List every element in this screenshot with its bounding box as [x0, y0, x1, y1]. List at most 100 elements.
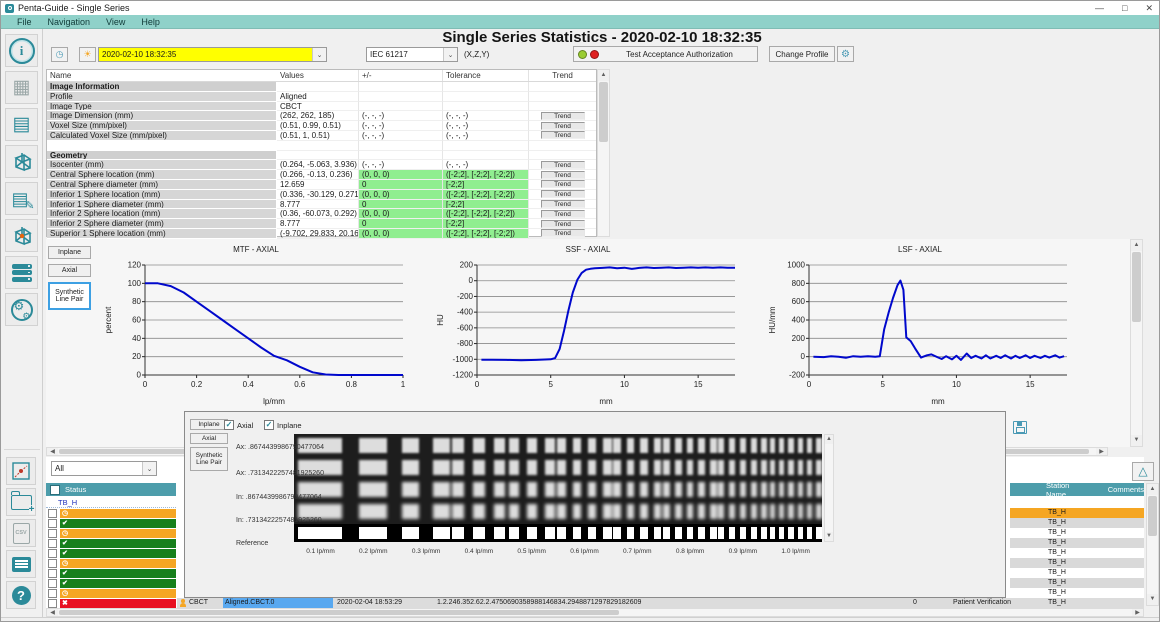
- column-header-name[interactable]: Name: [47, 70, 277, 81]
- status-row[interactable]: ✔: [46, 518, 176, 528]
- scroll-down-icon[interactable]: ▼: [825, 532, 833, 541]
- status-column-header[interactable]: Status: [46, 483, 176, 496]
- stats-row[interactable]: Isocenter (mm)(0.264, -5.063, 3.936)(-, …: [47, 160, 596, 170]
- sidebar-settings-gears-button[interactable]: ⚙⚙: [5, 293, 38, 326]
- axial-checkbox[interactable]: ✓ Axial: [224, 420, 253, 430]
- sidebar-info-button[interactable]: i: [5, 34, 38, 67]
- right-columns-header[interactable]: Station Name Comments: [1010, 483, 1144, 496]
- sidebar-cube-target-button[interactable]: [5, 219, 38, 252]
- scrollbar-thumb[interactable]: [59, 610, 619, 615]
- row-checkbox[interactable]: [48, 559, 57, 568]
- expand-panel-button[interactable]: △: [1132, 462, 1154, 481]
- maximize-button[interactable]: □: [1122, 3, 1127, 13]
- status-row[interactable]: ✔: [46, 538, 176, 548]
- station-name-header[interactable]: Station Name: [1014, 481, 1089, 499]
- row-checkbox[interactable]: [48, 509, 57, 518]
- scrollbar-thumb[interactable]: [1132, 252, 1141, 322]
- refresh-button[interactable]: ☀: [79, 47, 96, 62]
- row-checkbox[interactable]: [48, 539, 57, 548]
- scroll-right-icon[interactable]: ▶: [1096, 448, 1107, 455]
- sidebar-help-button[interactable]: ?: [6, 581, 36, 609]
- series-vertical-scrollbar[interactable]: ▲ ▼: [1146, 483, 1159, 606]
- scrollbar-thumb[interactable]: [599, 82, 608, 142]
- series-filter-select[interactable]: All ⌄: [51, 461, 157, 476]
- column-header-values[interactable]: Values: [277, 70, 359, 81]
- station-row[interactable]: TB_H: [1010, 508, 1144, 518]
- profile-settings-button[interactable]: ⚙: [837, 46, 854, 62]
- row-checkbox[interactable]: [48, 519, 57, 528]
- view-axial-button[interactable]: Axial: [48, 264, 91, 277]
- close-button[interactable]: ✕: [1145, 3, 1153, 14]
- stats-row[interactable]: Image TypeCBCT: [47, 102, 596, 112]
- sidebar-report-button[interactable]: ▤: [5, 108, 38, 141]
- trend-button[interactable]: Trend: [541, 122, 585, 130]
- trend-button[interactable]: Trend: [541, 112, 585, 120]
- status-row[interactable]: ✔: [46, 568, 176, 578]
- standard-select[interactable]: IEC 61217 ⌄: [366, 47, 458, 62]
- scroll-down-icon[interactable]: ▼: [1131, 435, 1142, 446]
- menu-help[interactable]: Help: [141, 17, 160, 27]
- selected-series-row[interactable]: CBCT Aligned.CBCT.0 2020-02-04 18:53:29 …: [177, 598, 1144, 608]
- trend-button[interactable]: Trend: [541, 220, 585, 228]
- stats-row[interactable]: Image Information: [47, 82, 596, 92]
- sidebar-database-button[interactable]: [5, 256, 38, 289]
- stats-row[interactable]: Voxel Size (mm/pixel)(0.51, 0.99, 0.51)(…: [47, 121, 596, 131]
- trend-button[interactable]: Trend: [541, 229, 585, 237]
- row-checkbox[interactable]: [48, 549, 57, 558]
- sidebar-scatter-plot-button[interactable]: [6, 457, 36, 485]
- select-all-checkbox[interactable]: [50, 485, 60, 495]
- view-inplane-button[interactable]: Inplane: [48, 246, 91, 259]
- scrollbar-thumb[interactable]: [1148, 496, 1157, 536]
- view-inplane-button[interactable]: Inplane: [190, 419, 228, 430]
- station-row[interactable]: TB_H: [1010, 528, 1144, 538]
- charts-vertical-scrollbar[interactable]: ▲ ▼: [1130, 239, 1143, 447]
- menu-navigation[interactable]: Navigation: [48, 17, 91, 27]
- stats-row[interactable]: Superior 1 Sphere location (mm)(-9.702, …: [47, 229, 596, 239]
- row-checkbox[interactable]: [48, 599, 57, 608]
- stats-row[interactable]: Geometry: [47, 151, 596, 161]
- series-horizontal-scrollbar[interactable]: ◀ ▶: [46, 608, 1144, 617]
- station-row[interactable]: TB_H: [1010, 588, 1144, 598]
- sidebar-add-folder-button[interactable]: [6, 488, 36, 516]
- sidebar-cube-3d-button[interactable]: [5, 145, 38, 178]
- trend-button[interactable]: Trend: [541, 180, 585, 188]
- status-row[interactable]: ◷: [46, 508, 176, 518]
- save-icon[interactable]: [1013, 421, 1027, 434]
- station-row[interactable]: TB_H: [1010, 548, 1144, 558]
- station-row[interactable]: TB_H: [1010, 578, 1144, 588]
- stats-row[interactable]: Inferior 1 Sphere location (mm)(0.336, -…: [47, 190, 596, 200]
- status-row[interactable]: ◷: [46, 588, 176, 598]
- station-row[interactable]: TB_H: [1010, 558, 1144, 568]
- station-group-row[interactable]: TB_H: [46, 497, 176, 508]
- inplane-checkbox[interactable]: ✓ Inplane: [264, 420, 302, 430]
- stats-row[interactable]: ProfileAligned: [47, 92, 596, 102]
- minimize-button[interactable]: —: [1095, 3, 1104, 13]
- scroll-up-icon[interactable]: ▲: [1131, 240, 1142, 251]
- stats-row[interactable]: Inferior 1 Sphere diameter (mm)8.7770[-2…: [47, 200, 596, 210]
- trend-button[interactable]: Trend: [541, 210, 585, 218]
- trend-button[interactable]: Trend: [541, 200, 585, 208]
- status-row[interactable]: ✔: [46, 548, 176, 558]
- stats-row[interactable]: [47, 141, 596, 151]
- station-row[interactable]: TB_H: [1010, 538, 1144, 548]
- line-pair-scrollbar[interactable]: ▲ ▼: [824, 434, 834, 542]
- scroll-up-icon[interactable]: ▲: [1147, 484, 1158, 495]
- stats-row[interactable]: Central Sphere diameter (mm)12.6590[-2;2…: [47, 180, 596, 190]
- status-row[interactable]: ✔: [46, 578, 176, 588]
- sidebar-worklist-edit-button[interactable]: ▤✎: [5, 182, 38, 215]
- trend-button[interactable]: Trend: [541, 190, 585, 198]
- column-header-trend[interactable]: Trend: [529, 70, 596, 81]
- status-row[interactable]: ◷: [46, 558, 176, 568]
- acceptance-authorization-button[interactable]: Test Acceptance Authorization: [573, 46, 758, 62]
- trend-button[interactable]: Trend: [541, 171, 585, 179]
- scroll-up-icon[interactable]: ▲: [825, 435, 833, 444]
- scroll-left-icon[interactable]: ◀: [47, 448, 58, 455]
- scroll-down-icon[interactable]: ▼: [1147, 594, 1158, 605]
- stats-row[interactable]: Image Dimension (mm)(262, 262, 185)(-, -…: [47, 111, 596, 121]
- menu-file[interactable]: File: [17, 17, 32, 27]
- status-row[interactable]: ✖: [46, 598, 176, 608]
- sidebar-series-grid-button[interactable]: ▦: [5, 71, 38, 104]
- trend-button[interactable]: Trend: [541, 161, 585, 169]
- view-synthetic-line-pair-button[interactable]: Synthetic Line Pair: [48, 282, 91, 310]
- sidebar-list-button[interactable]: [6, 550, 36, 578]
